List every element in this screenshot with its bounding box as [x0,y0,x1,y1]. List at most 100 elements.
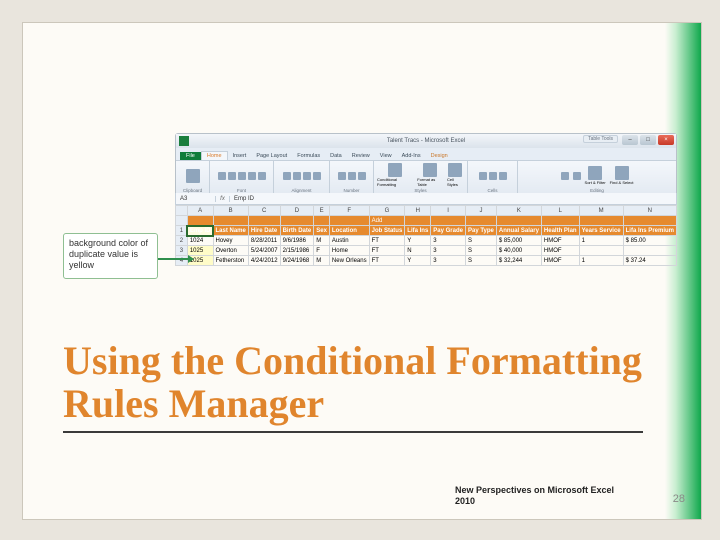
table-header-cell[interactable] [579,216,623,226]
cell[interactable]: New Orleans [329,256,369,266]
table-header-cell[interactable] [213,216,248,226]
cell[interactable]: 8/28/2011 [248,236,280,246]
italic-icon[interactable] [228,172,236,180]
delete-cells-icon[interactable] [489,172,497,180]
table-header-cell[interactable] [187,216,213,226]
currency-icon[interactable] [338,172,346,180]
tab-formulas[interactable]: Formulas [292,152,325,160]
table-header-hiredate[interactable]: Hire Date [248,226,280,236]
cell[interactable]: $ 32,244 [496,256,541,266]
cell[interactable]: HMOF [541,236,579,246]
row-head-1[interactable]: 1 [176,226,188,236]
table-header-cell[interactable] [496,216,541,226]
cell-styles-icon[interactable] [448,163,462,177]
underline-icon[interactable] [238,172,246,180]
table-header-cell[interactable] [314,216,330,226]
cell[interactable]: 5/24/2007 [248,246,280,256]
row-head[interactable]: 3 [176,246,188,256]
cell[interactable]: 1 [579,256,623,266]
format-as-table-icon[interactable] [423,163,437,177]
col-N[interactable]: N [623,206,676,216]
table-header-birthdate[interactable]: Birth Date [280,226,314,236]
col-A[interactable]: A [187,206,213,216]
col-J[interactable]: J [465,206,496,216]
table-header-jobstatus[interactable]: Job Status [369,226,405,236]
cell[interactable]: 1 [579,236,623,246]
name-box[interactable]: A3 [176,196,216,202]
table-header-cell[interactable] [431,216,466,226]
cell[interactable]: FT [369,256,405,266]
row-head[interactable]: 2 [176,236,188,246]
table-header-paygrade[interactable]: Pay Grade [431,226,466,236]
table-header-yearsservice[interactable]: Years Service [579,226,623,236]
minimize-button[interactable]: – [622,135,638,145]
table-header-cell[interactable] [465,216,496,226]
col-G[interactable]: G [369,206,405,216]
col-M[interactable]: M [579,206,623,216]
maximize-button[interactable]: □ [640,135,656,145]
cell[interactable]: 3 [431,256,466,266]
cell[interactable]: M [314,236,330,246]
col-F[interactable]: F [329,206,369,216]
format-cells-icon[interactable] [499,172,507,180]
align-left-icon[interactable] [283,172,291,180]
cell[interactable]: N [405,246,431,256]
cell[interactable]: $ 85.00 [623,236,676,246]
table-header-healthplan[interactable]: Health Plan [541,226,579,236]
select-all-corner[interactable] [176,206,188,216]
autosum-icon[interactable] [561,172,569,180]
worksheet-grid[interactable]: A B C D E F G H I J K L M N [175,205,677,266]
cell[interactable]: HMOF [541,246,579,256]
table-header-cell[interactable] [541,216,579,226]
sort-filter-icon[interactable] [588,166,602,180]
cell[interactable] [623,246,676,256]
cell[interactable]: 2/15/1986 [280,246,314,256]
col-C[interactable]: C [248,206,280,216]
table-header-cell[interactable]: Add [369,216,405,226]
table-header-paytype[interactable]: Pay Type [465,226,496,236]
cell[interactable]: 3 [431,246,466,256]
cell[interactable]: 1024 [187,236,213,246]
col-I[interactable]: I [431,206,466,216]
fill-color-icon[interactable] [258,172,266,180]
col-H[interactable]: H [405,206,431,216]
cell[interactable]: M [314,256,330,266]
cell[interactable]: Overton [213,246,248,256]
cell-duplicate[interactable]: 1025 [187,246,213,256]
cell[interactable]: 4/24/2012 [248,256,280,266]
align-center-icon[interactable] [293,172,301,180]
cell[interactable]: $ 37.24 [623,256,676,266]
bold-icon[interactable] [218,172,226,180]
cell[interactable]: F [314,246,330,256]
table-header-location[interactable]: Location [329,226,369,236]
tab-addins[interactable]: Add-Ins [397,152,426,160]
table-header-cell[interactable] [405,216,431,226]
table-header-lifainspremium[interactable]: Lifa Ins Premium [623,226,676,236]
table-header-lifains[interactable]: Lifa Ins [405,226,431,236]
cell[interactable]: Y [405,256,431,266]
close-button[interactable]: × [658,135,674,145]
find-select-icon[interactable] [615,166,629,180]
tab-review[interactable]: Review [347,152,375,160]
cell[interactable]: FT [369,246,405,256]
wrap-text-icon[interactable] [313,172,321,180]
col-B[interactable]: B [213,206,248,216]
tab-view[interactable]: View [375,152,397,160]
col-D[interactable]: D [280,206,314,216]
col-E[interactable]: E [314,206,330,216]
table-header-empid[interactable]: Emp ID [187,226,213,236]
table-header-sex[interactable]: Sex [314,226,330,236]
table-header-annualsalary[interactable]: Annual Salary [496,226,541,236]
table-header-cell[interactable] [248,216,280,226]
paste-icon[interactable] [186,169,200,183]
cell[interactable]: 3 [431,236,466,246]
col-L[interactable]: L [541,206,579,216]
cell[interactable]: S [465,246,496,256]
table-header-cell[interactable] [329,216,369,226]
cell[interactable]: Hovey [213,236,248,246]
cell[interactable]: Austin [329,236,369,246]
cell[interactable]: 9/6/1986 [280,236,314,246]
col-K[interactable]: K [496,206,541,216]
tab-insert[interactable]: Insert [228,152,252,160]
fill-icon[interactable] [573,172,581,180]
